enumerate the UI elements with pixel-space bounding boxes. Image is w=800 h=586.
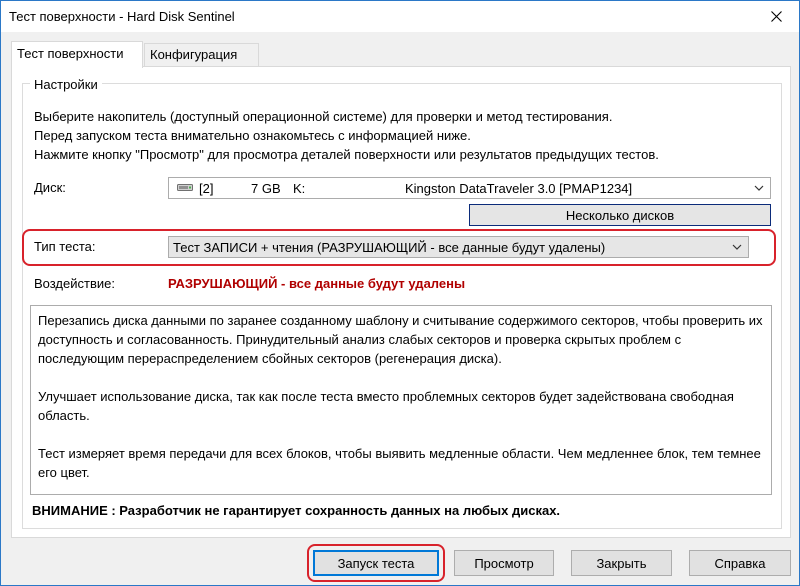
run-test-button[interactable]: Запуск теста <box>313 550 439 576</box>
tab-surface-test[interactable]: Тест поверхности <box>11 41 143 68</box>
description-paragraph: Улучшает использование диска, так как по… <box>38 389 734 423</box>
intro-line: Нажмите кнопку "Просмотр" для просмотра … <box>34 147 659 162</box>
description-paragraph: Тест измеряет время передачи для всех бл… <box>38 446 761 480</box>
impact-value: РАЗРУШАЮЩИЙ - все данные будут удалены <box>168 276 466 291</box>
dialog-window: Тест поверхности - Hard Disk Sentinel Те… <box>0 0 800 586</box>
tab-panel: Настройки Выберите накопитель (доступный… <box>11 66 791 538</box>
close-icon <box>770 11 782 22</box>
settings-group-label: Настройки <box>30 77 102 92</box>
intro-line: Выберите накопитель (доступный операцион… <box>34 109 613 124</box>
disk-index: [2] <box>199 181 214 196</box>
title-bar[interactable]: Тест поверхности - Hard Disk Sentinel <box>1 1 799 32</box>
test-type-select[interactable]: Тест ЗАПИСИ + чтения (РАЗРУШАЮЩИЙ - все … <box>168 236 749 258</box>
window-title: Тест поверхности - Hard Disk Sentinel <box>9 9 235 24</box>
intro-line: Перед запуском теста внимательно ознаком… <box>34 128 471 143</box>
disk-size: 7 GB <box>251 181 281 196</box>
disk-label: Диск: <box>34 180 66 195</box>
warning-text: ВНИМАНИЕ : Разработчик не гарантирует со… <box>32 503 561 518</box>
tab-configuration[interactable]: Конфигурация <box>144 43 259 67</box>
intro-text: Выберите накопитель (доступный операцион… <box>34 107 659 164</box>
description-paragraph: Перезапись диска данными по заранее созд… <box>38 313 763 366</box>
help-button[interactable]: Справка <box>689 550 791 576</box>
test-description-box[interactable]: Перезапись диска данными по заранее созд… <box>30 305 772 495</box>
close-button[interactable]: Закрыть <box>571 550 672 576</box>
close-window-button[interactable] <box>753 1 799 32</box>
view-button[interactable]: Просмотр <box>454 550 554 576</box>
chevron-down-icon <box>754 185 764 191</box>
test-type-value: Тест ЗАПИСИ + чтения (РАЗРУШАЮЩИЙ - все … <box>173 240 606 255</box>
disk-drive-letter: K: <box>293 181 306 196</box>
disk-model: Kingston DataTraveler 3.0 [PMAP1234] <box>405 181 633 196</box>
disk-select[interactable]: [2] 7 GB K: Kingston DataTraveler 3.0 [P… <box>168 177 771 199</box>
impact-label: Воздействие: <box>34 276 115 291</box>
test-type-label: Тип теста: <box>34 239 96 254</box>
multiple-disks-button[interactable]: Несколько дисков <box>469 204 771 226</box>
chevron-down-icon <box>732 244 742 250</box>
usb-drive-icon <box>177 184 193 191</box>
